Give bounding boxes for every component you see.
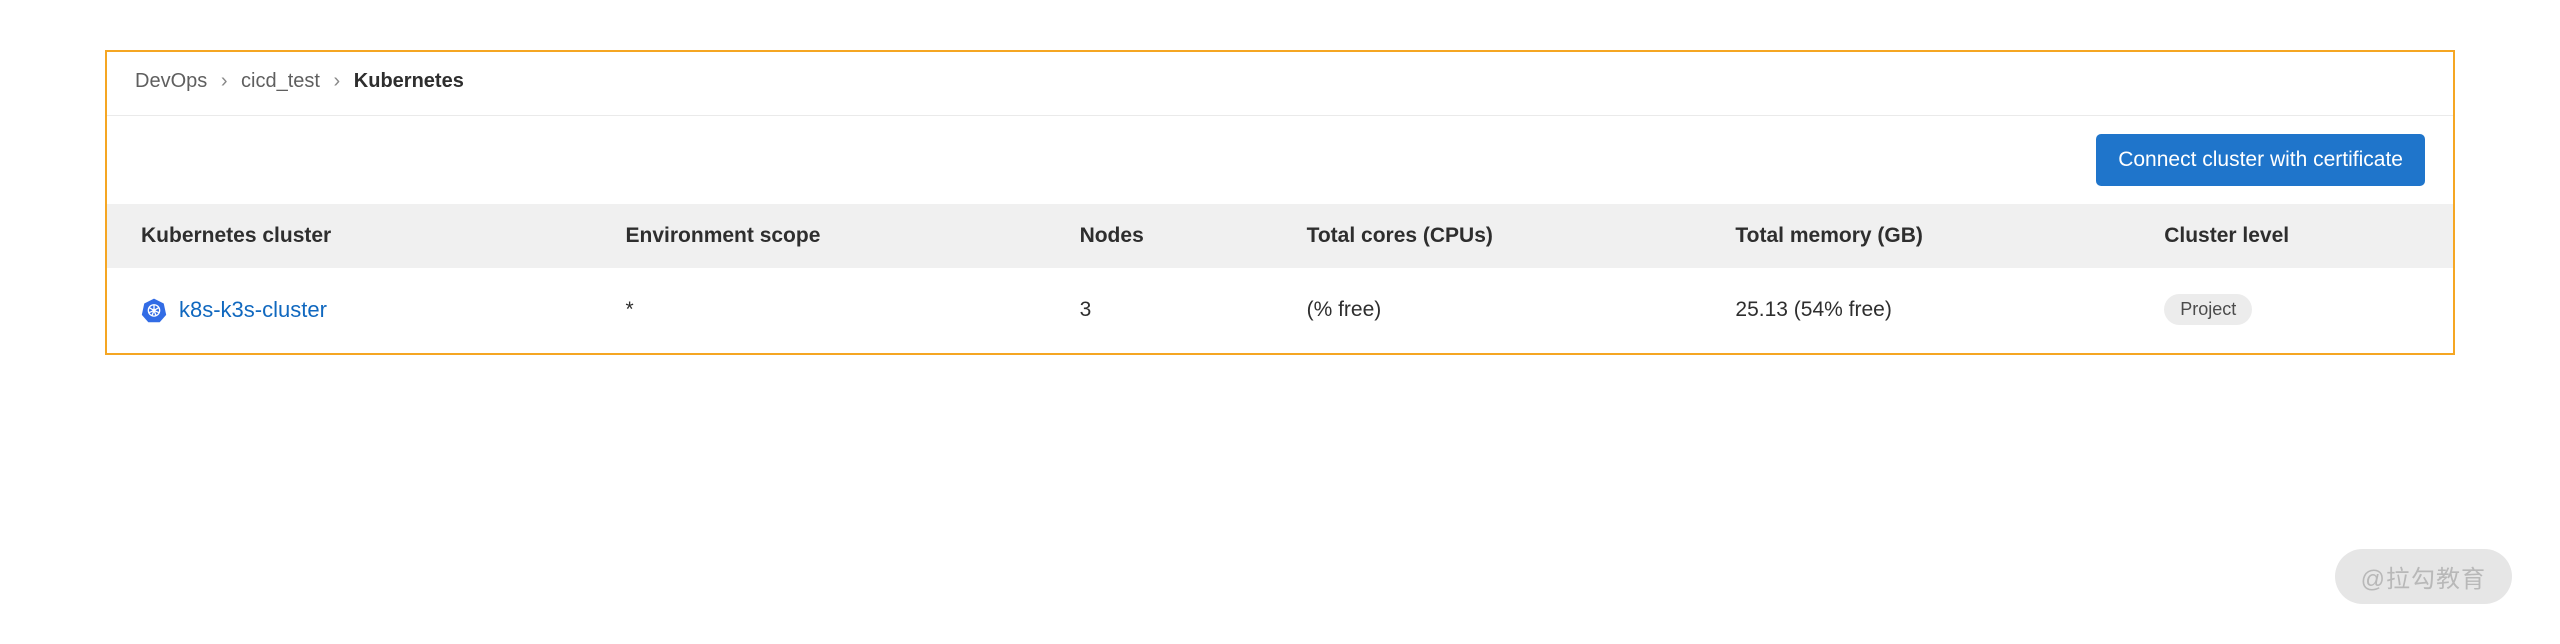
- memory-value: 25.13 (54% free): [1721, 268, 2150, 353]
- column-header-env-scope: Environment scope: [612, 204, 1066, 268]
- breadcrumb-current: Kubernetes: [354, 70, 464, 92]
- column-header-memory: Total memory (GB): [1721, 204, 2150, 268]
- toolbar: Connect cluster with certificate: [107, 116, 2453, 204]
- column-header-nodes: Nodes: [1066, 204, 1293, 268]
- cluster-cell: k8s-k3s-cluster: [141, 297, 598, 323]
- column-header-cluster: Kubernetes cluster: [107, 204, 612, 268]
- column-header-cores: Total cores (CPUs): [1293, 204, 1722, 268]
- cores-value: (% free): [1293, 268, 1722, 353]
- clusters-table: Kubernetes cluster Environment scope Nod…: [107, 204, 2453, 353]
- connect-cluster-button[interactable]: Connect cluster with certificate: [2096, 134, 2425, 186]
- breadcrumb-link-project[interactable]: cicd_test: [241, 70, 320, 92]
- chevron-right-icon: ›: [334, 70, 341, 92]
- page-container: DevOps › cicd_test › Kubernetes Connect …: [105, 50, 2455, 355]
- table-row: k8s-k3s-cluster * 3 (% free) 25.13 (54% …: [107, 268, 2453, 353]
- breadcrumb-link-devops[interactable]: DevOps: [135, 70, 207, 92]
- env-scope-value: *: [612, 268, 1066, 353]
- breadcrumb: DevOps › cicd_test › Kubernetes: [107, 52, 2453, 116]
- column-header-level: Cluster level: [2150, 204, 2453, 268]
- cluster-level-badge: Project: [2164, 294, 2252, 325]
- watermark: @拉勾教育: [2335, 549, 2512, 604]
- chevron-right-icon: ›: [221, 70, 228, 92]
- cluster-name-link[interactable]: k8s-k3s-cluster: [179, 297, 327, 323]
- kubernetes-icon: [141, 297, 167, 323]
- nodes-value: 3: [1066, 268, 1293, 353]
- table-header-row: Kubernetes cluster Environment scope Nod…: [107, 204, 2453, 268]
